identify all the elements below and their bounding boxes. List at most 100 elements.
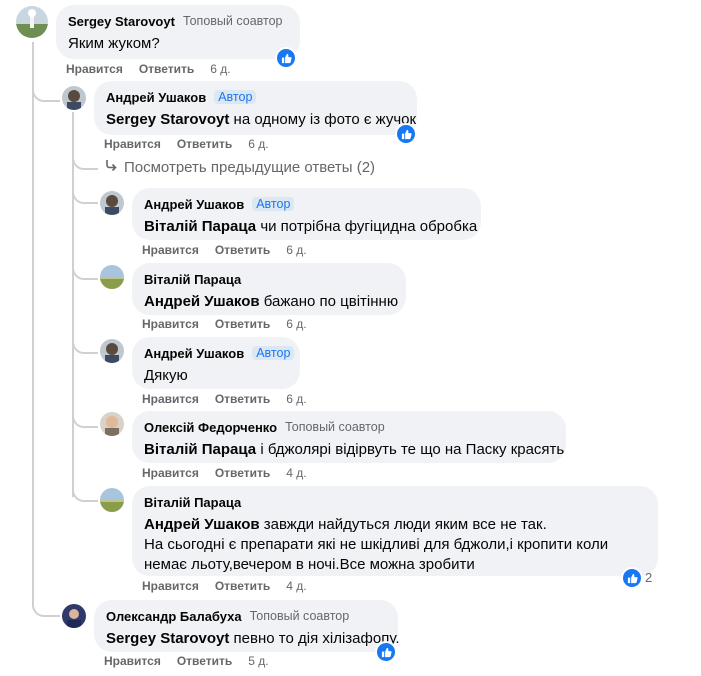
comment-text-body: певно то дія хілізафопу. bbox=[229, 630, 400, 647]
thread-curve-nested-5 bbox=[72, 470, 98, 502]
comment-author[interactable]: Андрей Ушаков bbox=[144, 346, 244, 361]
timestamp[interactable]: 5 д. bbox=[248, 654, 268, 668]
like-reaction-icon[interactable] bbox=[395, 123, 417, 145]
reply-button[interactable]: Ответить bbox=[139, 62, 194, 76]
comment-bubble: Олексій Федорченко Топовый соавтор Вітал… bbox=[132, 411, 566, 463]
mention-link[interactable]: Віталій Параца bbox=[144, 218, 256, 235]
thread-curve-nested-2 bbox=[72, 248, 98, 280]
comment-bubble: Андрей Ушаков Автор Sergey Starovoyt на … bbox=[94, 81, 417, 135]
mention-link[interactable]: Віталій Параца bbox=[144, 441, 256, 458]
timestamp[interactable]: 6 д. bbox=[248, 137, 268, 151]
timestamp[interactable]: 4 д. bbox=[286, 579, 306, 593]
comment-bubble: Віталій Параца Андрей Ушаков завжди найд… bbox=[132, 486, 658, 576]
reply-arrow-icon bbox=[104, 158, 118, 176]
avatar[interactable] bbox=[100, 191, 124, 215]
comment-actions: Нравится Ответить 6 д. bbox=[142, 243, 307, 257]
comment-author[interactable]: Віталій Параца bbox=[144, 272, 241, 287]
like-reaction-icon[interactable] bbox=[621, 567, 643, 589]
view-previous-replies-link[interactable]: Посмотреть предыдущие ответы (2) bbox=[104, 158, 375, 176]
timestamp[interactable]: 6 д. bbox=[286, 392, 306, 406]
comment-text: Sergey Starovoyt певно то дія хілізафопу… bbox=[106, 629, 399, 649]
like-button[interactable]: Нравится bbox=[142, 317, 199, 331]
comment-bubble: Андрей Ушаков Автор Віталій Параца чи по… bbox=[132, 188, 481, 240]
comment-actions: Нравится Ответить 6 д. bbox=[104, 137, 269, 151]
reply-button[interactable]: Ответить bbox=[177, 654, 232, 668]
timestamp[interactable]: 6 д. bbox=[286, 243, 306, 257]
mention-link[interactable]: Андрей Ушаков bbox=[144, 516, 260, 533]
reply-button[interactable]: Ответить bbox=[215, 466, 270, 480]
comment-text-body: на одному із фото є жучок bbox=[229, 111, 417, 128]
comment-text-body: чи потрібна фугіцидна обробка bbox=[256, 218, 478, 235]
comment-actions: Нравится Ответить 4 д. bbox=[142, 579, 307, 593]
thread-curve-reply-1 bbox=[32, 70, 60, 102]
top-contributor-badge: Топовый соавтор bbox=[285, 420, 385, 434]
like-reaction-icon[interactable] bbox=[275, 47, 297, 69]
comment-author[interactable]: Олександр Балабуха bbox=[106, 609, 242, 624]
like-button[interactable]: Нравится bbox=[142, 392, 199, 406]
thread-curve-nested-3 bbox=[72, 322, 98, 354]
top-contributor-badge: Топовый соавтор bbox=[182, 14, 283, 28]
avatar[interactable] bbox=[100, 488, 124, 512]
view-previous-label: Посмотреть предыдущие ответы (2) bbox=[124, 158, 376, 176]
avatar[interactable] bbox=[100, 265, 124, 289]
comment-bubble: Sergey Starovoyt Топовый соавтор Яким жу… bbox=[56, 5, 300, 59]
comment-bubble: Олександр Балабуха Топовый соавтор Serge… bbox=[94, 600, 399, 652]
comment-author[interactable]: Олексій Федорченко bbox=[144, 420, 277, 435]
reply-button[interactable]: Ответить bbox=[177, 137, 232, 151]
comment-text-line-2: На сьогодні є препарати які не шкідливі … bbox=[144, 536, 609, 553]
timestamp[interactable]: 4 д. bbox=[286, 466, 306, 480]
comment-actions: Нравится Ответить 6 д. bbox=[142, 392, 307, 406]
timestamp[interactable]: 6 д. bbox=[286, 317, 306, 331]
top-contributor-badge: Топовый соавтор bbox=[249, 609, 350, 623]
comment-bubble: Віталій Параца Андрей Ушаков бажано по ц… bbox=[132, 263, 406, 315]
reply-button[interactable]: Ответить bbox=[215, 243, 270, 257]
comment-actions: Нравится Ответить 6 д. bbox=[142, 317, 307, 331]
like-button[interactable]: Нравится bbox=[142, 466, 199, 480]
comment-author[interactable]: Андрей Ушаков bbox=[106, 90, 206, 105]
comment-text: Дякую bbox=[144, 367, 188, 384]
thread-line-root bbox=[32, 42, 34, 607]
reply-button[interactable]: Ответить bbox=[215, 579, 270, 593]
reaction-count[interactable]: 2 bbox=[645, 570, 652, 585]
like-button[interactable]: Нравится bbox=[104, 137, 161, 151]
mention-link[interactable]: Sergey Starovoyt bbox=[106, 630, 229, 647]
comment-text-body: і бджолярі відірвуть те що на Паску крас… bbox=[256, 441, 565, 458]
avatar[interactable] bbox=[62, 86, 86, 110]
comment-author[interactable]: Андрей Ушаков bbox=[144, 197, 244, 212]
comment-text-body: завжди найдуться люди яким все не так. bbox=[259, 516, 547, 533]
comment-author[interactable]: Віталій Параца bbox=[144, 495, 241, 510]
comment-text: Андрей Ушаков завжди найдуться люди яким… bbox=[144, 515, 646, 535]
comment-actions: Нравится Ответить 5 д. bbox=[104, 654, 269, 668]
comment-actions: Нравится Ответить 4 д. bbox=[142, 466, 307, 480]
mention-link[interactable]: Sergey Starovoyt bbox=[106, 111, 229, 128]
comment-text: Віталій Параца чи потрібна фугіцидна обр… bbox=[144, 217, 477, 237]
thread-curve-reply-last bbox=[32, 585, 60, 617]
avatar[interactable] bbox=[62, 604, 86, 628]
thread-curve-view-prev bbox=[72, 140, 98, 170]
like-button[interactable]: Нравится bbox=[142, 243, 199, 257]
comment-bubble: Андрей Ушаков Автор Дякую bbox=[132, 337, 300, 389]
comment-text-line-3: немає льоту,вечером в ночі.Все можна зро… bbox=[144, 556, 475, 573]
comment-author[interactable]: Sergey Starovoyt bbox=[68, 14, 175, 29]
author-badge: Автор bbox=[252, 197, 295, 211]
comment-text: Андрей Ушаков бажано по цвітінню bbox=[144, 292, 398, 312]
like-reaction-icon[interactable] bbox=[375, 641, 397, 663]
like-button[interactable]: Нравится bbox=[142, 579, 199, 593]
comment-text: Sergey Starovoyt на одному із фото є жуч… bbox=[106, 110, 416, 130]
avatar[interactable] bbox=[100, 412, 124, 436]
comment-actions: Нравится Ответить 6 д. bbox=[66, 62, 231, 76]
thread-curve-nested-1 bbox=[72, 172, 98, 204]
reply-button[interactable]: Ответить bbox=[215, 392, 270, 406]
timestamp[interactable]: 6 д. bbox=[210, 62, 230, 76]
like-button[interactable]: Нравится bbox=[66, 62, 123, 76]
avatar[interactable] bbox=[100, 339, 124, 363]
comment-text: Віталій Параца і бджолярі відірвуть те щ… bbox=[144, 440, 564, 460]
mention-link[interactable]: Андрей Ушаков bbox=[144, 293, 260, 310]
thread-line-nested bbox=[72, 112, 74, 497]
like-button[interactable]: Нравится bbox=[104, 654, 161, 668]
author-badge: Автор bbox=[214, 90, 257, 104]
avatar[interactable] bbox=[16, 6, 48, 38]
thread-curve-nested-4 bbox=[72, 396, 98, 428]
reply-button[interactable]: Ответить bbox=[215, 317, 270, 331]
author-badge: Автор bbox=[252, 346, 295, 360]
